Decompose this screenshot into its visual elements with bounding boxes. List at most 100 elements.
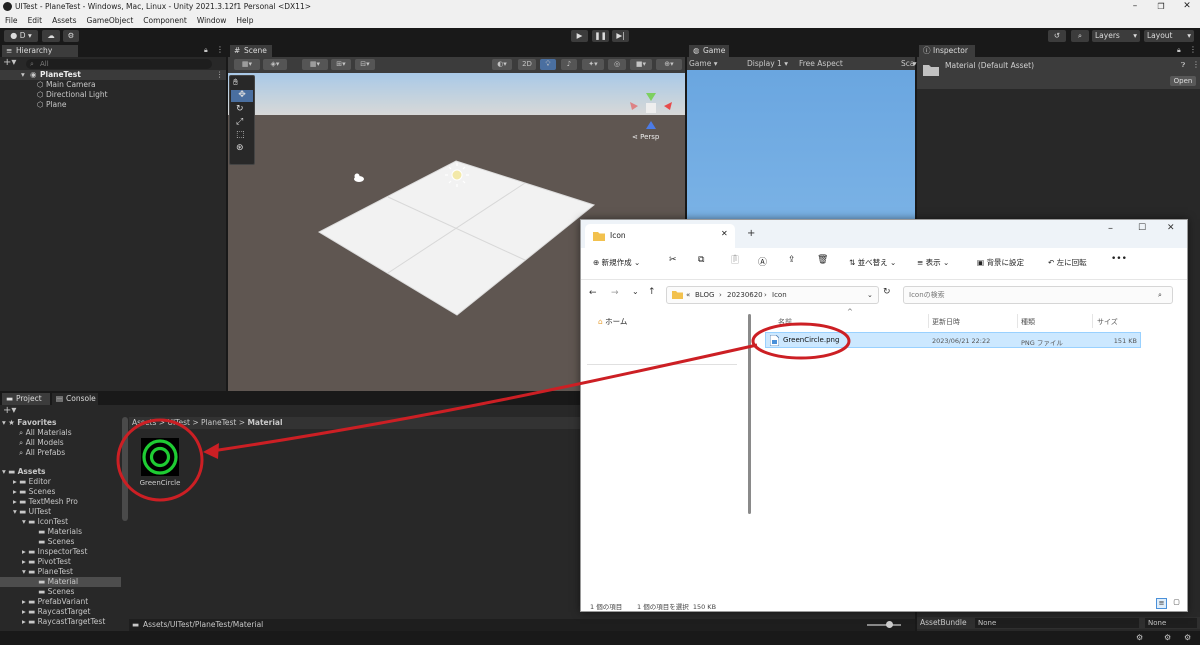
open-button[interactable]: Open <box>1170 76 1196 86</box>
collab-icon[interactable]: ⚙ <box>63 30 79 42</box>
visibility-icon[interactable]: ◎ <box>608 59 626 70</box>
explorer-search-input[interactable]: Iconの検索 ⌕ <box>903 286 1173 304</box>
minimize-icon[interactable]: – <box>1122 0 1148 14</box>
snap-increment-icon[interactable]: ⊞▾ <box>331 59 351 70</box>
audio-icon[interactable]: ♪ <box>561 59 577 70</box>
assets-row[interactable]: ▾ ▬ Assets <box>2 467 46 477</box>
folder-tree-item[interactable]: ▬ Scenes <box>31 537 74 547</box>
folder-tree-item[interactable]: ▸ ▬ TextMesh Pro <box>13 497 78 507</box>
cloud-icon[interactable]: ☁ <box>42 30 60 42</box>
folder-tree-item[interactable]: ▾ ▬ PlaneTest <box>22 567 73 577</box>
inspector-menu-icon[interactable]: ⋮ <box>1192 60 1200 69</box>
tab-scene[interactable]: # Scene <box>230 45 272 57</box>
back-icon[interactable]: ← <box>589 288 597 298</box>
hierarchy-item[interactable]: ⬡ Plane <box>37 100 67 110</box>
folder-tree-item[interactable]: ▬ Scenes <box>31 587 74 597</box>
tiles-view-icon[interactable]: ▢ <box>1171 598 1182 609</box>
tab-console[interactable]: ▤ Console <box>52 393 98 405</box>
rotate-left-button[interactable]: ↶ 左に回転 <box>1048 257 1087 268</box>
history-icon[interactable]: ↺ <box>1048 30 1066 42</box>
new-tab-icon[interactable]: + <box>747 228 755 239</box>
nav-scrollbar[interactable] <box>748 314 751 514</box>
layers-dropdown[interactable]: Layers ▾ <box>1092 30 1140 42</box>
2d-toggle-button[interactable]: 2D <box>518 59 536 70</box>
scale-label[interactable]: Sca <box>901 59 914 69</box>
folder-tree-item[interactable]: ▸ ▬ InspectorTest <box>22 547 87 557</box>
search-icon[interactable]: ⌕ <box>1071 30 1089 42</box>
align-icon[interactable]: ⊟▾ <box>355 59 375 70</box>
more-icon[interactable]: ⋮ <box>216 45 224 54</box>
tab-icon-folder[interactable]: Icon ✕ <box>585 224 735 248</box>
inspector-more-icon[interactable]: ⋮ <box>1189 45 1197 54</box>
asset-thumbnail[interactable] <box>141 438 179 476</box>
asset-name[interactable]: GreenCircle <box>138 479 182 487</box>
hierarchy-search-input[interactable]: ⌕ All <box>26 59 212 69</box>
favorite-item[interactable]: ⌕ All Materials <box>19 428 72 438</box>
folder-tree-item[interactable]: ▸ ▬ RaycastTarget <box>22 607 91 617</box>
close-icon[interactable]: ✕ <box>1167 223 1175 233</box>
status-icon[interactable]: ⚙ <box>1184 633 1191 642</box>
zoom-slider-handle[interactable] <box>886 621 893 628</box>
draw-mode-icon[interactable]: ▦▾ <box>234 59 260 70</box>
hierarchy-item[interactable]: ⬡ Main Camera <box>37 80 96 90</box>
lock-icon[interactable]: 🔒︎ <box>204 46 208 55</box>
play-button[interactable]: ▶ <box>571 30 588 42</box>
paste-icon[interactable]: 📋︎ <box>729 255 740 265</box>
breadcrumb-item[interactable]: Assets > UITest > PlaneTest > Material <box>132 418 283 428</box>
folder-tree-item[interactable]: ▾ ▬ UITest <box>13 507 51 517</box>
menu-component[interactable]: Component <box>138 14 192 28</box>
favorite-item[interactable]: ⌕ All Models <box>19 438 64 448</box>
scale-tool-icon[interactable]: ⤢ <box>236 117 243 127</box>
status-icon[interactable]: ⚙ <box>1136 633 1143 642</box>
tab-close-icon[interactable]: ✕ <box>721 229 728 238</box>
effects-icon[interactable]: ✦▾ <box>582 59 604 70</box>
display-dropdown[interactable]: Display 1 ▾ <box>747 59 788 69</box>
favorites-row[interactable]: ▾ ★ Favorites <box>2 418 56 428</box>
menu-edit[interactable]: Edit <box>23 14 48 28</box>
address-bar[interactable]: « BLOG › 20230620 › Icon ⌄ <box>666 286 879 304</box>
maximize-icon[interactable]: ❐ <box>1148 0 1174 14</box>
share-icon[interactable]: ⇪ <box>788 255 796 265</box>
inspector-lock-icon[interactable]: 🔒︎ <box>1177 46 1181 55</box>
column-size-header[interactable]: サイズ <box>1097 317 1118 327</box>
copy-icon[interactable]: ⧉ <box>698 255 704 265</box>
layout-dropdown[interactable]: Layout ▾ <box>1144 30 1194 42</box>
pause-button[interactable]: ❚❚ <box>592 30 609 42</box>
column-name-header[interactable]: 名前 <box>778 317 792 327</box>
menu-file[interactable]: File <box>0 14 23 28</box>
more-options-icon[interactable]: ••• <box>1111 254 1127 264</box>
step-button[interactable]: ▶| <box>612 30 629 42</box>
expand-arrow-icon[interactable]: ▾ <box>21 70 25 80</box>
rename-icon[interactable]: Ⓐ <box>758 255 767 268</box>
cut-icon[interactable]: ✂ <box>669 255 677 265</box>
refresh-icon[interactable]: ↻ <box>883 287 891 297</box>
folder-tree-item[interactable]: ▸ ▬ PrefabVariant <box>22 597 88 607</box>
forward-icon[interactable]: → <box>611 288 619 298</box>
delete-icon[interactable]: 🗑︎ <box>817 255 828 265</box>
scene-more-icon[interactable]: ⋮ <box>216 70 224 80</box>
favorite-item[interactable]: ⌕ All Prefabs <box>19 448 65 458</box>
help-icon[interactable]: ❓︎ <box>1181 61 1185 70</box>
rect-tool-icon[interactable]: ⬚ <box>236 130 245 140</box>
zoom-slider[interactable] <box>867 624 901 626</box>
recent-icon[interactable]: ⌄ <box>632 287 639 296</box>
tab-game[interactable]: ◍ Game <box>689 45 729 57</box>
account-button[interactable]: ● D ▾ <box>4 30 38 42</box>
address-dropdown-icon[interactable]: ⌄ <box>867 287 873 303</box>
variant-dropdown[interactable]: None <box>1145 618 1197 628</box>
lighting-icon[interactable]: 💡︎ <box>540 59 556 70</box>
folder-tree-item[interactable]: ▬ Materials <box>31 527 82 537</box>
sort-button[interactable]: ⇅ 並べ替え ⌄ <box>849 257 896 268</box>
maximize-icon[interactable]: ☐ <box>1138 223 1146 233</box>
status-icon[interactable]: ⚙ <box>1164 633 1171 642</box>
view-button[interactable]: ≡ 表示 ⌄ <box>917 257 949 268</box>
render-mode-icon[interactable]: ◐▾ <box>492 59 512 70</box>
folder-tree-item[interactable]: ▾ ▬ IconTest <box>22 517 68 527</box>
hierarchy-item[interactable]: ⬡ Directional Light <box>37 90 108 100</box>
tab-project[interactable]: ▬ Project <box>2 393 50 405</box>
add-icon[interactable]: +▾ <box>3 57 16 68</box>
menu-gameobject[interactable]: GameObject <box>82 14 139 28</box>
tab-inspector[interactable]: ⓘ Inspector <box>919 45 975 57</box>
folder-tree-item[interactable]: ▸ ▬ Scenes <box>13 487 55 497</box>
tab-hierarchy[interactable]: ≡ Hierarchy <box>2 45 78 57</box>
